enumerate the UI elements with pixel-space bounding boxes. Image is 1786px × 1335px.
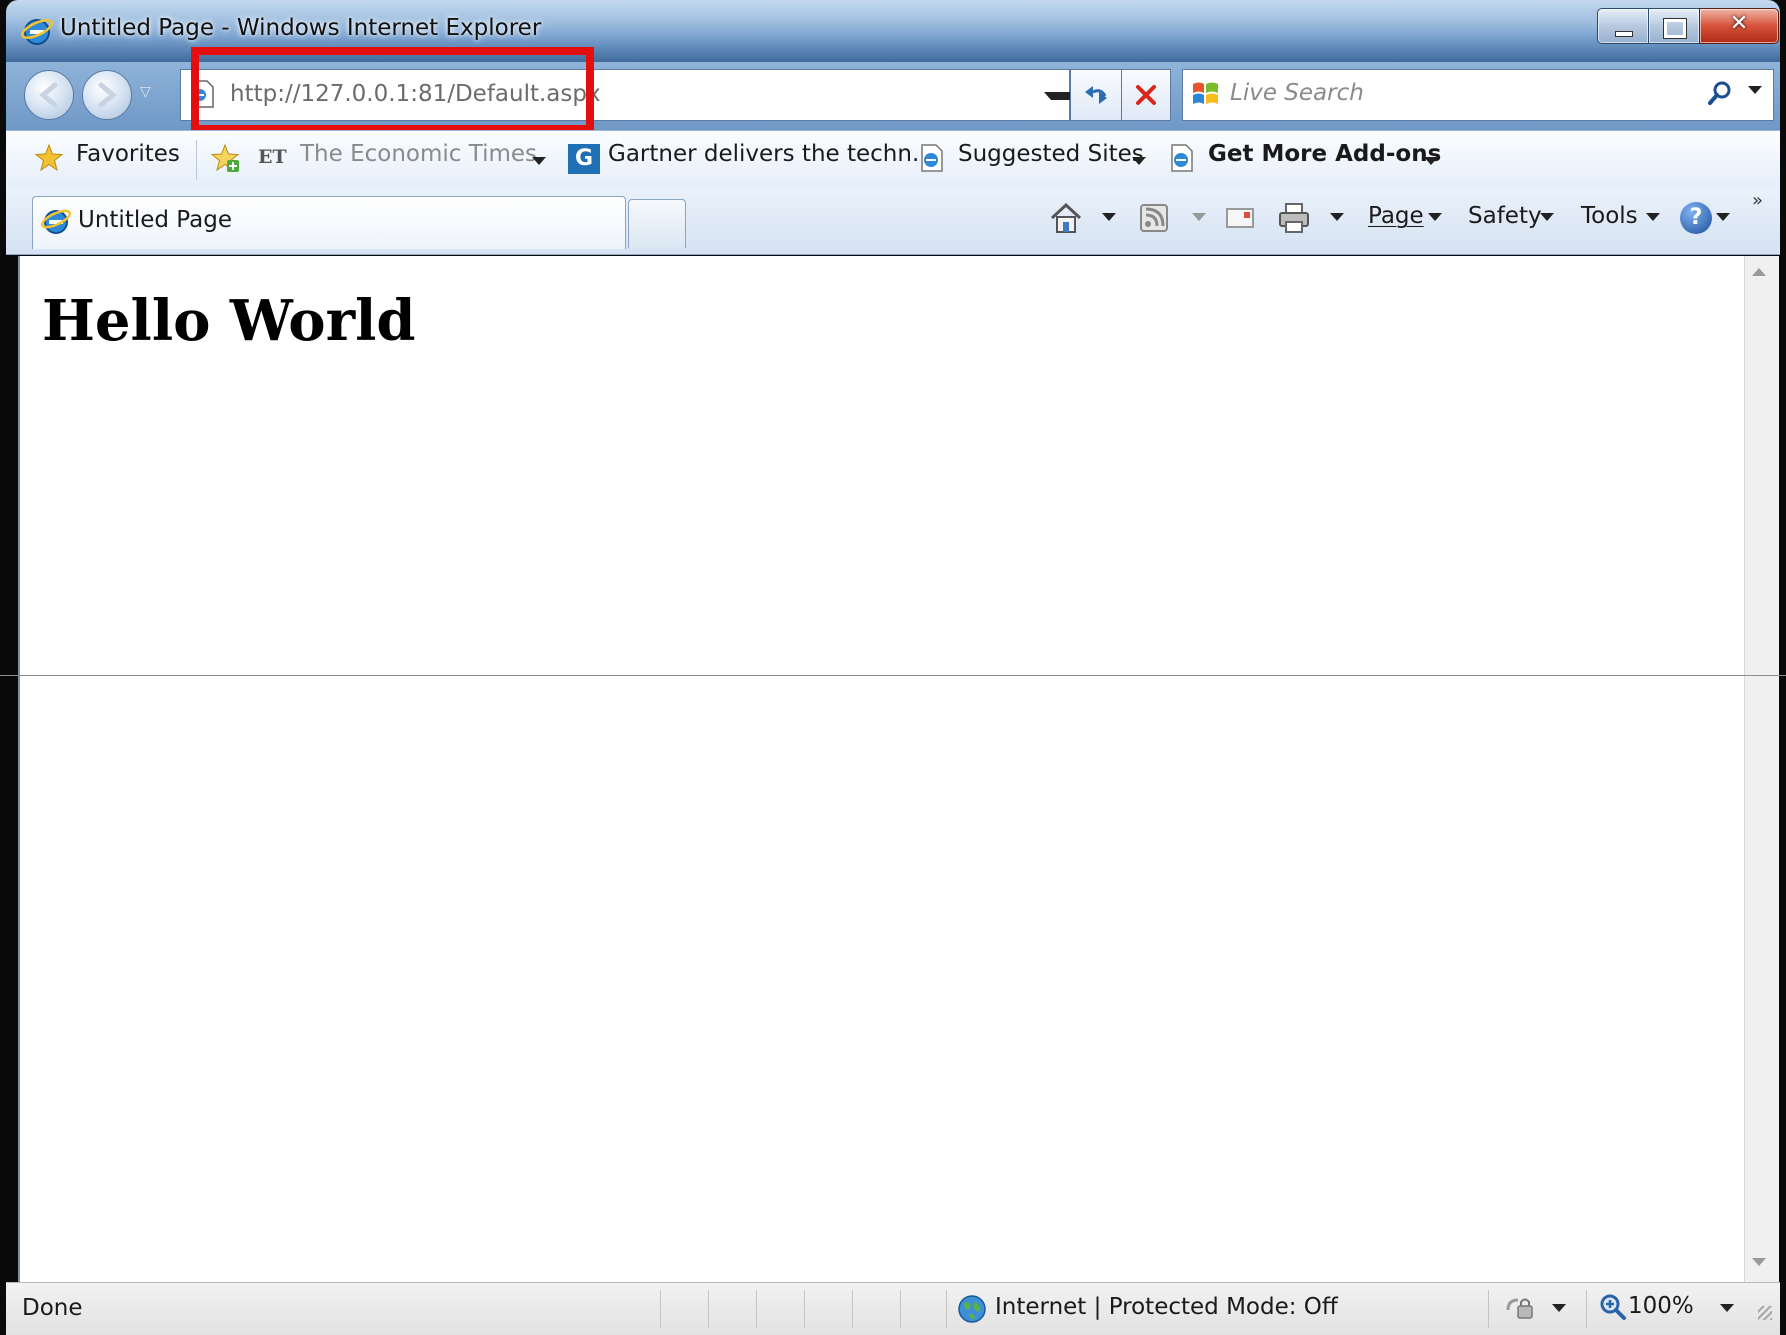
favorite-link-get-more-addons[interactable]: Get More Add-ons (1208, 141, 1441, 167)
status-separator (708, 1290, 709, 1328)
favorite-link-economic-times[interactable]: The Economic Times (300, 141, 537, 167)
zoom-level[interactable]: 100% (1628, 1293, 1694, 1319)
status-separator (1586, 1290, 1587, 1328)
search-icon[interactable] (1705, 79, 1735, 109)
forward-button[interactable] (82, 70, 132, 120)
status-separator (1488, 1290, 1489, 1328)
refresh-icon (1085, 86, 1107, 104)
ie-page-icon (921, 144, 943, 172)
windows-logo-icon (1193, 82, 1218, 104)
print-icon[interactable] (1276, 200, 1312, 236)
home-dropdown-icon[interactable] (1102, 213, 1116, 221)
favorite-link-gartner[interactable]: Gartner delivers the techn... (608, 141, 934, 167)
forward-arrow-icon (98, 82, 117, 108)
favorites-button[interactable]: Favorites (76, 141, 180, 167)
get-more-addons-dropdown-icon[interactable] (1424, 157, 1438, 165)
close-icon: ✕ (1729, 11, 1749, 36)
resize-grip-icon[interactable] (1758, 1306, 1772, 1320)
status-separator (852, 1290, 853, 1328)
zoom-magnifier-icon (1600, 1294, 1626, 1320)
search-options-dropdown-icon[interactable] (1748, 86, 1762, 94)
maximize-button[interactable] (1648, 8, 1700, 44)
page-menu-dropdown-icon[interactable] (1428, 213, 1442, 221)
favorites-star-icon (34, 143, 64, 172)
add-to-favorites-bar-icon[interactable] (210, 143, 240, 173)
safety-menu-dropdown-icon[interactable] (1540, 213, 1554, 221)
status-text: Done (22, 1295, 83, 1321)
print-dropdown-icon[interactable] (1330, 213, 1344, 221)
refresh-button[interactable] (1070, 69, 1122, 121)
vertical-scrollbar[interactable] (1744, 256, 1779, 1282)
status-separator (946, 1290, 947, 1328)
tools-menu-dropdown-icon[interactable] (1646, 213, 1660, 221)
protected-mode-lock-icon[interactable] (1504, 1292, 1538, 1324)
new-tab-button[interactable] (628, 199, 686, 248)
ie-page-icon (1171, 144, 1193, 172)
highlight-annotation (191, 47, 594, 133)
recent-pages-dropdown[interactable]: ▽ (140, 84, 151, 100)
feeds-icon[interactable] (1136, 200, 1172, 236)
back-button[interactable] (24, 70, 74, 120)
favorite-link-suggested-sites[interactable]: Suggested Sites (958, 141, 1144, 167)
browser-window: Untitled Page - Windows Internet Explore… (0, 0, 1786, 1335)
economic-times-dropdown-icon[interactable] (532, 157, 546, 165)
more-commands-chevron-icon[interactable]: » (1752, 190, 1763, 211)
tools-menu-button[interactable]: Tools (1581, 203, 1638, 229)
status-separator (804, 1290, 805, 1328)
security-zone-text[interactable]: Internet | Protected Mode: Off (995, 1294, 1338, 1320)
help-icon[interactable]: ? (1680, 202, 1712, 234)
status-separator (660, 1290, 661, 1328)
stop-button[interactable] (1121, 69, 1171, 121)
page-menu-button[interactable]: Page (1368, 203, 1424, 229)
back-arrow-icon (39, 82, 58, 108)
home-icon[interactable] (1048, 200, 1084, 236)
stop-icon (1136, 85, 1156, 105)
minimize-button[interactable] (1597, 8, 1649, 44)
scroll-up-arrow-icon[interactable] (1752, 268, 1766, 276)
help-dropdown-icon[interactable] (1716, 213, 1730, 221)
tab-label: Untitled Page (78, 207, 232, 233)
read-mail-icon[interactable] (1222, 200, 1258, 236)
status-separator (900, 1290, 901, 1328)
internet-globe-icon (958, 1295, 986, 1323)
scroll-down-arrow-icon[interactable] (1752, 1258, 1766, 1266)
zoom-dropdown-icon[interactable] (1720, 1304, 1734, 1312)
protected-mode-dropdown-icon[interactable] (1552, 1304, 1566, 1312)
screenshot-artifact-line (0, 675, 1786, 676)
page-heading: Hello World (42, 288, 416, 354)
economic-times-icon: ET (258, 146, 287, 168)
search-placeholder: Live Search (1230, 80, 1364, 106)
close-button[interactable]: ✕ (1699, 8, 1779, 44)
safety-menu-button[interactable]: Safety (1468, 203, 1542, 229)
page-content (18, 256, 1746, 1282)
feeds-dropdown-icon[interactable] (1192, 213, 1206, 221)
gartner-icon: G (568, 144, 600, 174)
status-separator (756, 1290, 757, 1328)
ie-logo-icon (21, 19, 53, 45)
ie-logo-icon (40, 209, 72, 234)
window-title: Untitled Page - Windows Internet Explore… (60, 15, 542, 41)
favorites-separator (196, 140, 197, 180)
suggested-sites-dropdown-icon[interactable] (1132, 157, 1146, 165)
